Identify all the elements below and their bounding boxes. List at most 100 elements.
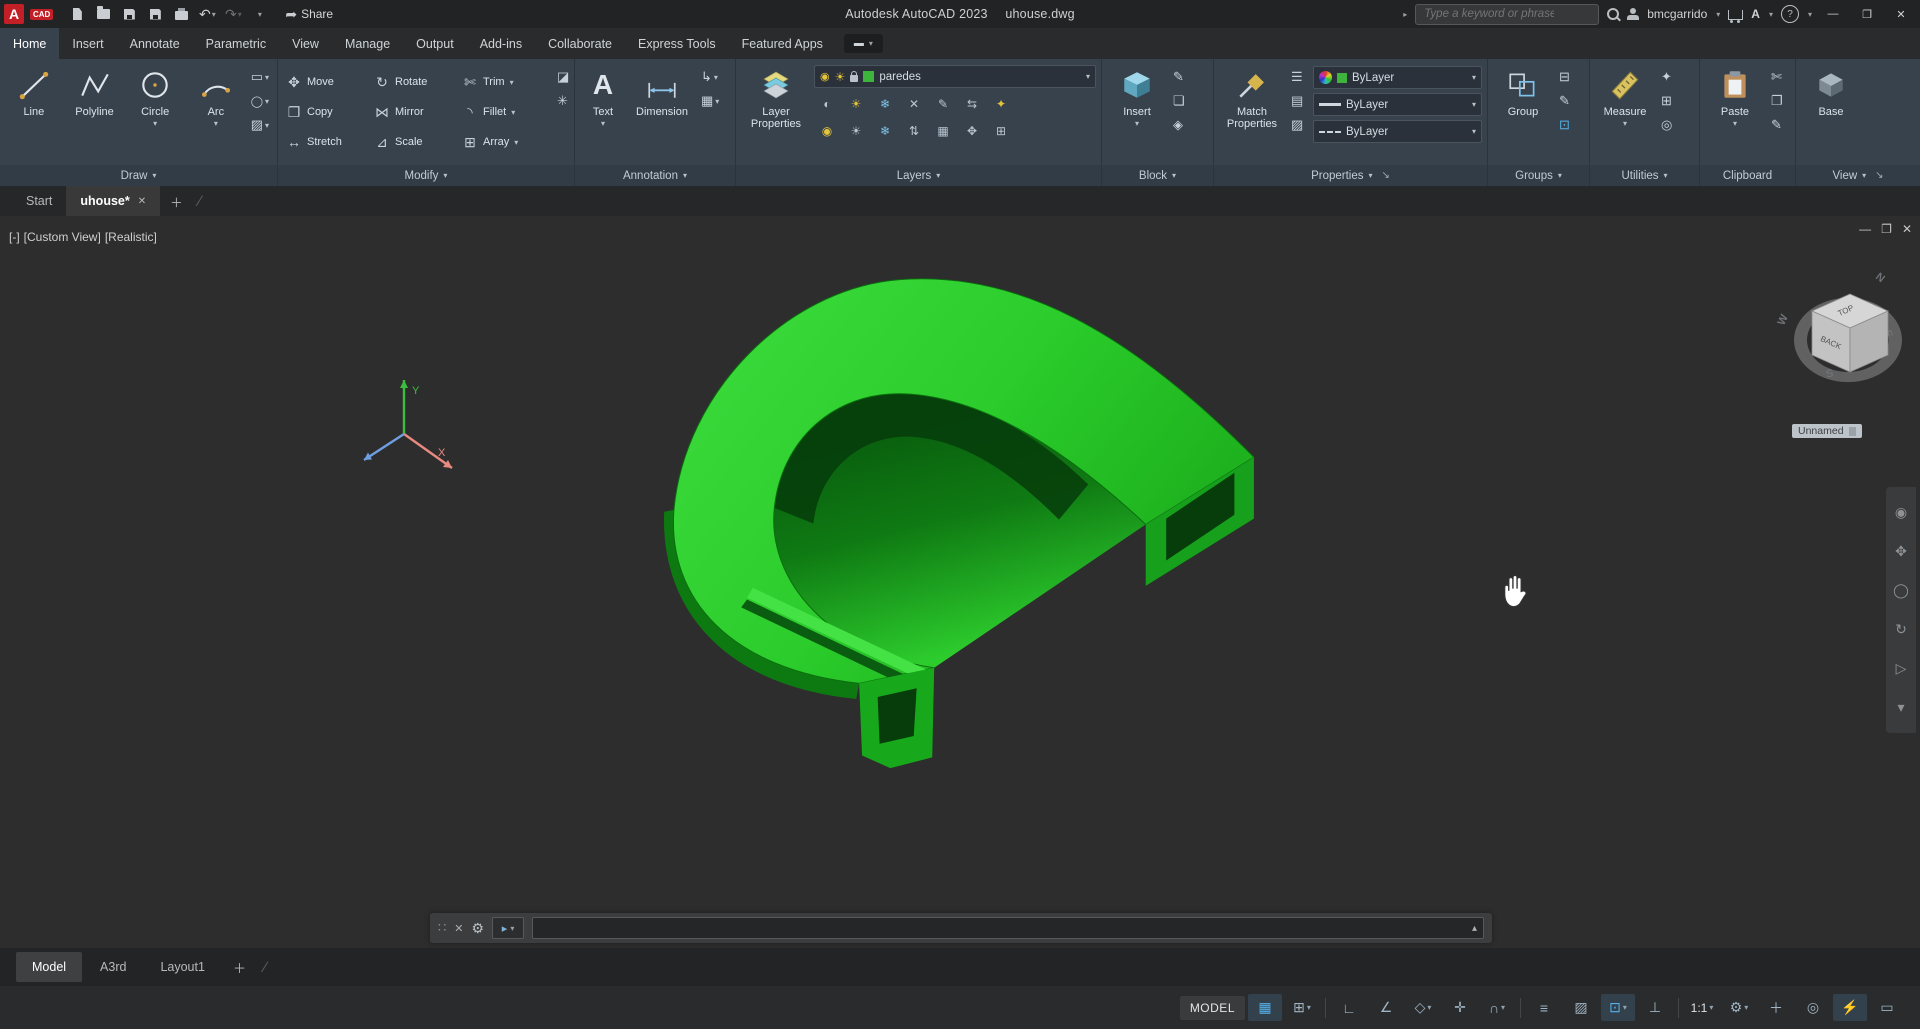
nav-wheel-icon[interactable]: ◉ xyxy=(1895,504,1907,521)
workspace-switching-button[interactable]: ⚙▾ xyxy=(1722,994,1756,1021)
isodraft-button[interactable]: ◇▾ xyxy=(1406,994,1440,1021)
insert-button[interactable]: Insert ▾ xyxy=(1107,63,1167,165)
lineweight-dropdown[interactable]: ByLayer ▾ xyxy=(1313,93,1482,116)
copy-button[interactable]: ❐Copy xyxy=(283,97,371,127)
text-dropdown-icon[interactable]: ▾ xyxy=(601,119,605,128)
quick-calc-button[interactable]: ⊞ xyxy=(1658,91,1675,111)
model-space-button[interactable]: MODEL xyxy=(1180,996,1245,1020)
doc-restore-icon[interactable]: ❐ xyxy=(1881,222,1892,236)
qat-customize-button[interactable]: ▾ xyxy=(247,3,271,25)
command-input[interactable] xyxy=(539,920,1472,936)
tab-home[interactable]: Home xyxy=(0,28,59,59)
plot-button[interactable] xyxy=(169,3,193,25)
layer-freeze-button[interactable]: ❄ xyxy=(872,93,898,115)
nav-pan-icon[interactable]: ✥ xyxy=(1895,543,1907,560)
panel-label-block[interactable]: Block▾ xyxy=(1102,165,1213,186)
search-expand-icon[interactable]: ▸ xyxy=(1403,10,1407,19)
tab-collaborate[interactable]: Collaborate xyxy=(535,28,625,59)
create-block-button[interactable]: ❏ xyxy=(1170,91,1188,111)
polyline-button[interactable]: Polyline xyxy=(66,63,124,165)
autocad-logo-icon[interactable]: A xyxy=(4,4,24,24)
new-drawing-tab-button[interactable]: ＋ xyxy=(160,186,193,216)
hatch-button[interactable]: ▨▾ xyxy=(248,115,272,135)
nav-orbit-icon[interactable]: ↻ xyxy=(1895,621,1907,638)
nav-more-icon[interactable]: ▾ xyxy=(1897,699,1904,716)
dynamic-ucs-button[interactable]: ⊥ xyxy=(1638,994,1672,1021)
panel-label-properties[interactable]: Properties▾↘ xyxy=(1214,165,1487,186)
rectangle-dropdown-icon[interactable]: ▾ xyxy=(265,73,269,82)
snap-dropdown-icon[interactable]: ▾ xyxy=(1307,1003,1311,1012)
layer-lock-icon[interactable] xyxy=(850,75,858,82)
recent-commands-button[interactable]: ▸ ▾ xyxy=(492,917,524,939)
id-point-button[interactable]: ◎ xyxy=(1658,115,1675,135)
command-history-scroll-icon[interactable]: ▴ xyxy=(1472,923,1477,934)
circle-button[interactable]: Circle ▾ xyxy=(126,63,184,165)
command-line-grip[interactable]: ∷ xyxy=(438,920,446,936)
circle-dropdown-icon[interactable]: ▾ xyxy=(153,119,157,128)
search-input[interactable] xyxy=(1422,7,1556,21)
restore-button[interactable]: ❐ xyxy=(1854,3,1880,25)
undo-button[interactable]: ↶▾ xyxy=(195,3,219,25)
transparency-button[interactable]: ▨ xyxy=(1564,994,1598,1021)
tab-parametric[interactable]: Parametric xyxy=(193,28,279,59)
workspace-dropdown-icon[interactable]: ▾ xyxy=(1744,1003,1748,1012)
panel-label-groups[interactable]: Groups▾ xyxy=(1488,165,1589,186)
tab-express-tools[interactable]: Express Tools xyxy=(625,28,729,59)
table-dropdown-icon[interactable]: ▾ xyxy=(715,97,719,106)
group-button[interactable]: Group xyxy=(1493,63,1553,165)
store-dropdown-icon[interactable]: ▾ xyxy=(1769,10,1773,19)
layer-merge-button[interactable]: ▦ xyxy=(930,120,956,142)
redo-button[interactable]: ↷▾ xyxy=(221,3,245,25)
isodraft-dropdown-icon[interactable]: ▾ xyxy=(1427,1003,1431,1012)
save-button[interactable] xyxy=(117,3,141,25)
user-avatar-icon[interactable] xyxy=(1627,8,1639,20)
share-button[interactable]: ➦ Share xyxy=(285,7,333,21)
layer-previous-button[interactable]: ⇆ xyxy=(959,93,985,115)
linetype-dropdown[interactable]: ByLayer ▾ xyxy=(1313,120,1482,143)
user-dropdown-icon[interactable]: ▾ xyxy=(1716,10,1720,19)
tab-a3rd[interactable]: A3rd xyxy=(84,952,142,982)
layer-isolate-button[interactable]: ☀ xyxy=(843,93,869,115)
tab-model[interactable]: Model xyxy=(16,952,82,982)
osnap-tracking-button[interactable]: ✛ xyxy=(1443,994,1477,1021)
array-dropdown-icon[interactable]: ▾ xyxy=(514,138,518,147)
clean-screen-button[interactable]: ▭ xyxy=(1870,994,1904,1021)
layer-delete-button[interactable]: ✕ xyxy=(901,93,927,115)
osnap-button[interactable]: ∩▾ xyxy=(1480,994,1514,1021)
arc-button[interactable]: Arc ▾ xyxy=(187,63,245,165)
help-dropdown-icon[interactable]: ▾ xyxy=(1808,10,1812,19)
fillet-button[interactable]: ◝Fillet▾ xyxy=(459,97,551,127)
match-brush-button[interactable]: ✎ xyxy=(1768,115,1786,135)
color-dropdown-icon[interactable]: ▾ xyxy=(1472,73,1476,82)
view-dialog-launcher-icon[interactable]: ↘ xyxy=(1875,170,1883,181)
snap-button[interactable]: ⊞▾ xyxy=(1285,994,1319,1021)
viewcube-ucs-selector[interactable]: Unnamed xyxy=(1792,424,1862,438)
layer-on-icon[interactable]: ◉ xyxy=(820,70,830,83)
panel-label-clipboard[interactable]: Clipboard xyxy=(1700,165,1795,186)
nav-showmotion-icon[interactable]: ▷ xyxy=(1896,660,1907,677)
help-icon[interactable]: ? xyxy=(1781,5,1799,23)
graphics-performance-button[interactable]: ⚡ xyxy=(1833,994,1867,1021)
object-color-dropdown[interactable]: ByLayer ▾ xyxy=(1313,66,1482,89)
tab-featured-apps[interactable]: Featured Apps xyxy=(729,28,836,59)
measure-button[interactable]: Measure ▾ xyxy=(1595,63,1655,165)
multileader-button[interactable]: ↳▾ xyxy=(698,67,722,87)
save-as-button[interactable] xyxy=(143,3,167,25)
close-button[interactable]: ✕ xyxy=(1888,3,1914,25)
minimize-button[interactable]: — xyxy=(1820,3,1846,25)
move-button[interactable]: ✥Move xyxy=(283,67,371,97)
explode-button[interactable]: ✳ xyxy=(554,91,572,111)
lineweight-display-button[interactable]: ≡ xyxy=(1527,994,1561,1021)
dimension-button[interactable]: Dimension xyxy=(629,63,695,165)
rotate-button[interactable]: ↻Rotate xyxy=(371,67,459,97)
username[interactable]: bmcgarrido xyxy=(1647,7,1707,21)
cut-button[interactable]: ✄ xyxy=(1768,67,1786,87)
copy-clip-button[interactable]: ❐ xyxy=(1768,91,1786,111)
drawing-viewport[interactable]: [-] [Custom View] [Realistic] — ❐ ✕ Y X xyxy=(0,216,1920,948)
tab-start[interactable]: Start xyxy=(12,186,66,216)
group-selection-button[interactable]: ⊡ xyxy=(1556,115,1573,135)
new-file-button[interactable] xyxy=(65,3,89,25)
annotation-scale-button[interactable]: 1:1▾ xyxy=(1685,994,1719,1021)
search-icon[interactable] xyxy=(1607,8,1619,20)
open-file-button[interactable] xyxy=(91,3,115,25)
